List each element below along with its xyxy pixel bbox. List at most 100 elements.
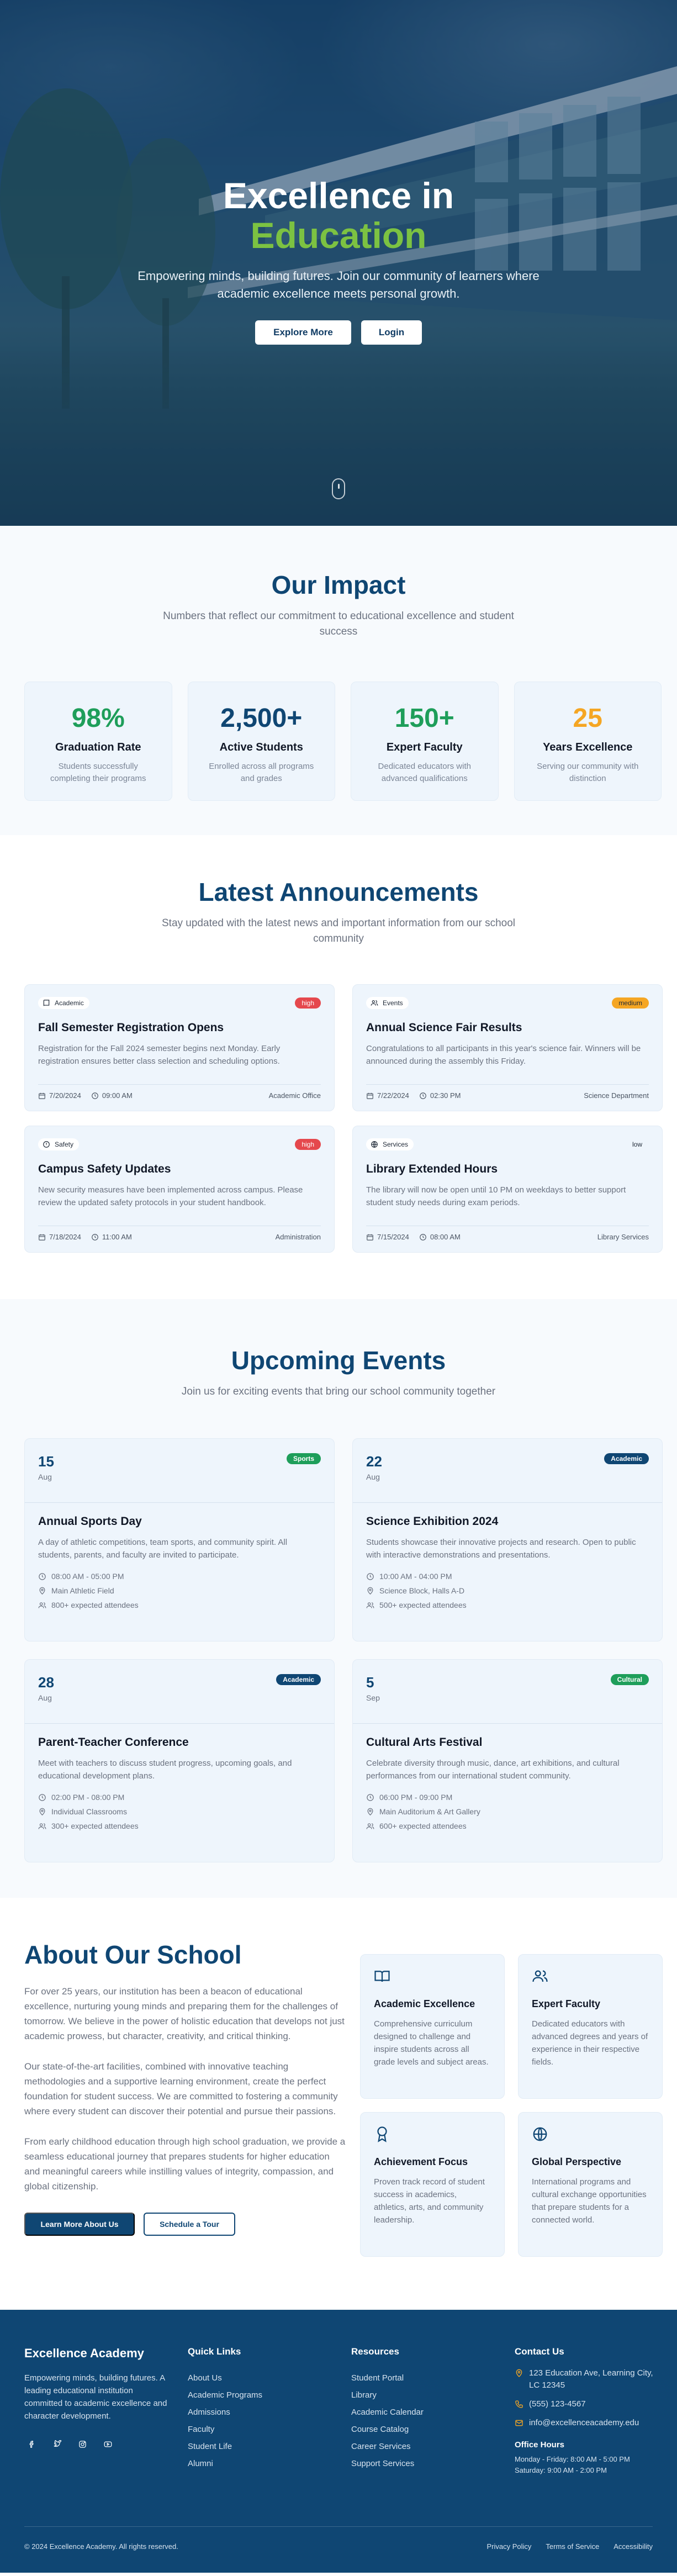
hero-buttons: Explore More Login — [0, 320, 677, 345]
copyright: © 2024 Excellence Academy. All rights re… — [24, 2542, 178, 2551]
events-grid: 15 Aug Sports Annual Sports Day A day of… — [24, 1438, 677, 1862]
clock-icon — [420, 1233, 426, 1241]
stat-card: 2,500+ Active Students Enrolled across a… — [187, 682, 335, 801]
event-description: Meet with teachers to discuss student pr… — [38, 1759, 292, 1781]
alert-icon — [43, 1141, 50, 1148]
announcement-title: Campus Safety Updates — [38, 1163, 171, 1175]
terms-link[interactable]: Terms of Service — [546, 2542, 599, 2551]
youtube-icon[interactable] — [101, 2437, 115, 2451]
stat-card: 150+ Expert Faculty Dedicated educators … — [351, 682, 499, 801]
stat-value: 150+ — [394, 704, 454, 733]
event-card[interactable]: 28 Aug Academic Parent-Teacher Conferenc… — [24, 1659, 335, 1862]
priority-badge: low — [625, 1139, 649, 1150]
announcement-body: Registration for the Fall 2024 semester … — [38, 1044, 281, 1066]
priority-badge: high — [295, 1139, 321, 1150]
users-icon — [532, 1970, 548, 1982]
about-section: About Our School For over 25 years, our … — [0, 1898, 677, 2310]
announcement-title: Library Extended Hours — [366, 1163, 498, 1175]
stat-label: Graduation Rate — [55, 741, 141, 753]
footer-link[interactable]: Student Life — [188, 2438, 262, 2455]
office-hours-saturday: Saturday: 9:00 AM - 2:00 PM — [515, 2466, 607, 2474]
location-pin-icon — [367, 1587, 373, 1595]
footer-link[interactable]: Academic Calendar — [351, 2404, 424, 2421]
event-location: Main Auditorium & Art Gallery — [379, 1807, 480, 1816]
features-grid: Academic Excellence Comprehensive curric… — [360, 1954, 663, 2257]
instagram-icon[interactable] — [75, 2437, 89, 2451]
footer-link[interactable]: Faculty — [188, 2421, 262, 2438]
contact-phone[interactable]: (555) 123-4567 — [529, 2398, 586, 2410]
event-tag: Academic — [604, 1453, 649, 1464]
category-chip: Safety — [38, 1138, 80, 1150]
footer-brand-description: Empowering minds, building futures. A le… — [24, 2373, 167, 2421]
globe-icon — [371, 1141, 378, 1148]
event-card[interactable]: 5 Sep Cultural Cultural Arts Festival Ce… — [352, 1659, 663, 1862]
schedule-tour-button[interactable]: Schedule a Tour — [144, 2213, 235, 2236]
event-tag: Sports — [286, 1453, 321, 1464]
stat-description: Serving our community with distinction — [537, 762, 639, 783]
scroll-indicator-icon[interactable] — [332, 478, 345, 499]
announcement-time: 09:00 AM — [102, 1091, 133, 1100]
footer-link[interactable]: Career Services — [351, 2438, 424, 2455]
event-attendees: 600+ expected attendees — [379, 1822, 467, 1830]
event-time: 10:00 AM - 04:00 PM — [379, 1572, 452, 1581]
about-text: About Our School For over 25 years, our … — [24, 1940, 347, 2236]
clock-icon — [367, 1572, 374, 1580]
learn-more-button[interactable]: Learn More About Us — [24, 2213, 135, 2236]
announcement-card[interactable]: Services low Library Extended Hours The … — [352, 1126, 663, 1253]
stat-label: Active Students — [219, 741, 303, 753]
accessibility-link[interactable]: Accessibility — [613, 2542, 653, 2551]
footer-link[interactable]: About Us — [188, 2369, 262, 2387]
hero-subtitle: Empowering minds, building futures. Join… — [137, 269, 540, 300]
category-label: Academic — [55, 999, 84, 1007]
site-footer: Excellence Academy Empowering minds, bui… — [0, 2310, 677, 2573]
announcement-card[interactable]: Academic high Fall Semester Registration… — [24, 984, 335, 1111]
footer-link[interactable]: Admissions — [188, 2404, 262, 2421]
feature-description: Comprehensive curriculum designed to cha… — [374, 2019, 489, 2067]
announcement-meta: 7/22/2024 02:30 PM Science Department — [366, 1084, 649, 1100]
footer-link[interactable]: Support Services — [351, 2455, 424, 2472]
contact-email[interactable]: info@excellenceacademy.edu — [529, 2417, 639, 2429]
event-title: Cultural Arts Festival — [366, 1736, 483, 1749]
event-card[interactable]: 15 Aug Sports Annual Sports Day A day of… — [24, 1438, 335, 1641]
hero-section: Excellence in Education Empowering minds… — [0, 0, 677, 526]
announcement-department: Administration — [275, 1233, 321, 1241]
footer-link[interactable]: Alumni — [188, 2455, 262, 2472]
legal-links: Privacy Policy Terms of Service Accessib… — [486, 2542, 653, 2551]
facebook-icon[interactable] — [24, 2437, 39, 2451]
announcement-card[interactable]: Events medium Annual Science Fair Result… — [352, 984, 663, 1111]
footer-link[interactable]: Library — [351, 2387, 424, 2404]
footer-link[interactable]: Student Portal — [351, 2369, 424, 2387]
event-card[interactable]: 22 Aug Academic Science Exhibition 2024 … — [352, 1438, 663, 1641]
footer-link[interactable]: Course Catalog — [351, 2421, 424, 2438]
announcement-time: 11:00 AM — [102, 1233, 132, 1241]
event-title: Annual Sports Day — [38, 1515, 142, 1528]
priority-badge: medium — [612, 997, 649, 1009]
office-hours-weekday: Monday - Friday: 8:00 AM - 5:00 PM — [515, 2455, 630, 2463]
event-day: 15 — [38, 1453, 54, 1470]
feature-description: Proven track record of student success i… — [374, 2177, 485, 2225]
event-day: 5 — [366, 1674, 374, 1691]
event-month: Sep — [366, 1693, 380, 1702]
event-time: 02:00 PM - 08:00 PM — [51, 1793, 125, 1802]
event-location: Science Block, Halls A-D — [379, 1586, 465, 1595]
announcements-section: Latest Announcements Stay updated with t… — [0, 835, 677, 1299]
users-icon — [366, 1823, 374, 1829]
twitter-icon[interactable] — [50, 2437, 64, 2451]
event-title: Parent-Teacher Conference — [38, 1736, 189, 1749]
office-hours-heading: Office Hours — [515, 2440, 565, 2450]
event-tag: Academic — [276, 1674, 321, 1685]
mail-icon — [515, 2420, 523, 2426]
about-paragraph: Our state-of-the-art facilities, combine… — [24, 2061, 338, 2116]
announcement-body: New security measures have been implemen… — [38, 1185, 303, 1207]
announcement-card[interactable]: Safety high Campus Safety Updates New se… — [24, 1126, 335, 1253]
privacy-policy-link[interactable]: Privacy Policy — [486, 2542, 531, 2551]
users-icon — [371, 1000, 378, 1006]
explore-more-button[interactable]: Explore More — [255, 320, 351, 345]
event-month: Aug — [38, 1472, 52, 1481]
footer-link[interactable]: Academic Programs — [188, 2387, 262, 2404]
about-buttons: Learn More About Us Schedule a Tour — [24, 2213, 347, 2236]
users-icon — [38, 1602, 46, 1608]
login-button[interactable]: Login — [361, 320, 422, 345]
quick-links-heading: Quick Links — [188, 2346, 241, 2357]
event-time: 06:00 PM - 09:00 PM — [379, 1793, 453, 1802]
